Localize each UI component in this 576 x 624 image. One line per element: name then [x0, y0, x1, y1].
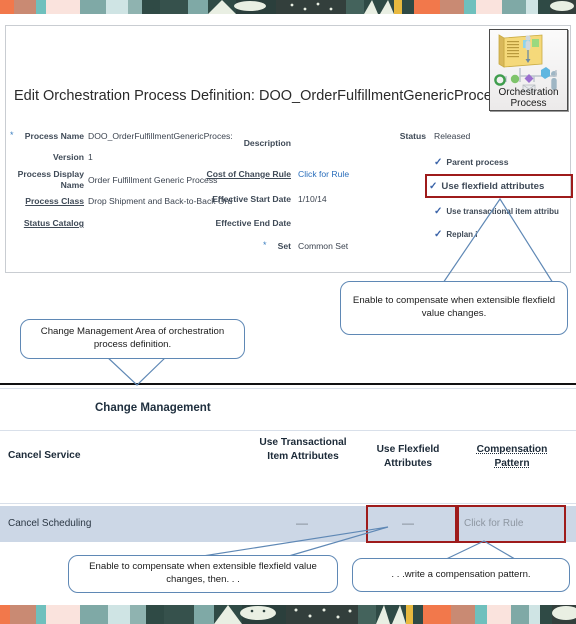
process-definition-form: * Process Name DOO_OrderFulfillmentGener… — [6, 124, 573, 274]
cell-cancel-service: Cancel Scheduling — [8, 518, 92, 529]
checkbox-use-transactional-item-attributes[interactable]: ✓ Use transactional item attribu — [434, 206, 559, 217]
version-label: Version — [52, 152, 84, 162]
process-display-name-label: Process Display Name — [17, 169, 84, 190]
description-label: Description — [243, 138, 291, 148]
version-value: 1 — [88, 152, 93, 162]
process-class-label[interactable]: Process Class — [14, 196, 84, 206]
orchestration-process-panel: Edit Orchestration Process Definition: D… — [5, 25, 573, 274]
set-label: Set — [277, 241, 291, 251]
process-name-label: Process Name — [24, 131, 84, 141]
icon-caption-line1: Orchestration — [498, 87, 559, 98]
cost-of-change-rule-label[interactable]: Cost of Change Rule — [196, 169, 291, 179]
effective-end-date-label: Effective End Date — [215, 218, 291, 228]
highlight-box-use-flexfield-attributes — [425, 174, 573, 198]
check-icon: ✓ — [434, 206, 443, 217]
decorative-top-band — [0, 0, 576, 14]
change-management-title: Change Management — [95, 402, 211, 414]
header-bottom-divider — [0, 503, 576, 504]
set-value[interactable]: Common Set — [298, 241, 348, 251]
check-icon: ✓ — [434, 229, 443, 240]
status-value: Released — [434, 131, 471, 141]
cell-use-transactional-item-attributes[interactable]: — — [296, 516, 308, 530]
callout-enable-then: Enable to compensate when extensible fle… — [68, 555, 338, 593]
checkbox-parent-process-label: Parent process — [446, 157, 509, 167]
icon-caption-line2: Process — [510, 97, 547, 109]
column-header-compensation-pattern[interactable]: Compensation Pattern — [462, 443, 562, 470]
section-divider-top — [0, 383, 576, 385]
title-bottom-divider — [0, 430, 576, 431]
status-catalog-label[interactable]: Status Catalog — [14, 218, 84, 228]
checkbox-parent-process[interactable]: ✓ Parent process — [434, 157, 509, 168]
highlight-box-compensation-cell — [457, 505, 566, 543]
orchestration-process-icon-caption: Orchestration Process — [490, 87, 567, 109]
effective-start-date-value[interactable]: 1/10/14 — [298, 194, 327, 204]
decorative-bottom-band — [0, 605, 576, 624]
process-name-required-marker: * — [10, 130, 14, 140]
status-label: Status — [399, 131, 426, 141]
callout-write-pattern: . . .write a compensation pattern. — [352, 558, 570, 592]
section-divider-light — [0, 388, 576, 389]
checkbox-replan-label: Replan i — [446, 230, 478, 239]
page-title: Edit Orchestration Process Definition: D… — [14, 88, 507, 104]
cost-of-change-rule-value[interactable]: Click for Rule — [298, 169, 349, 179]
column-header-use-flexfield-attributes[interactable]: Use Flexfield Attributes — [360, 443, 456, 470]
highlight-box-flexfield-cell — [366, 505, 457, 543]
orchestration-process-icon: Orchestration Process — [489, 29, 568, 111]
effective-start-date-label: Effective Start Date — [212, 194, 291, 204]
change-management-panel: Change Management Cancel Service Use Tra… — [0, 383, 576, 543]
callout-change-management-area: Change Management Area of orchestration … — [20, 319, 245, 359]
column-header-cancel-service[interactable]: Cancel Service — [8, 449, 188, 463]
check-icon: ✓ — [434, 157, 443, 168]
checkbox-use-transactional-item-attributes-label: Use transactional item attribu — [446, 207, 559, 216]
column-header-use-transactional-item-attributes[interactable]: Use Transactional Item Attributes — [253, 436, 353, 463]
checkbox-replan[interactable]: ✓ Replan i — [434, 229, 478, 240]
callout-flexfield-enable: Enable to compensate when extensible fle… — [340, 281, 568, 335]
